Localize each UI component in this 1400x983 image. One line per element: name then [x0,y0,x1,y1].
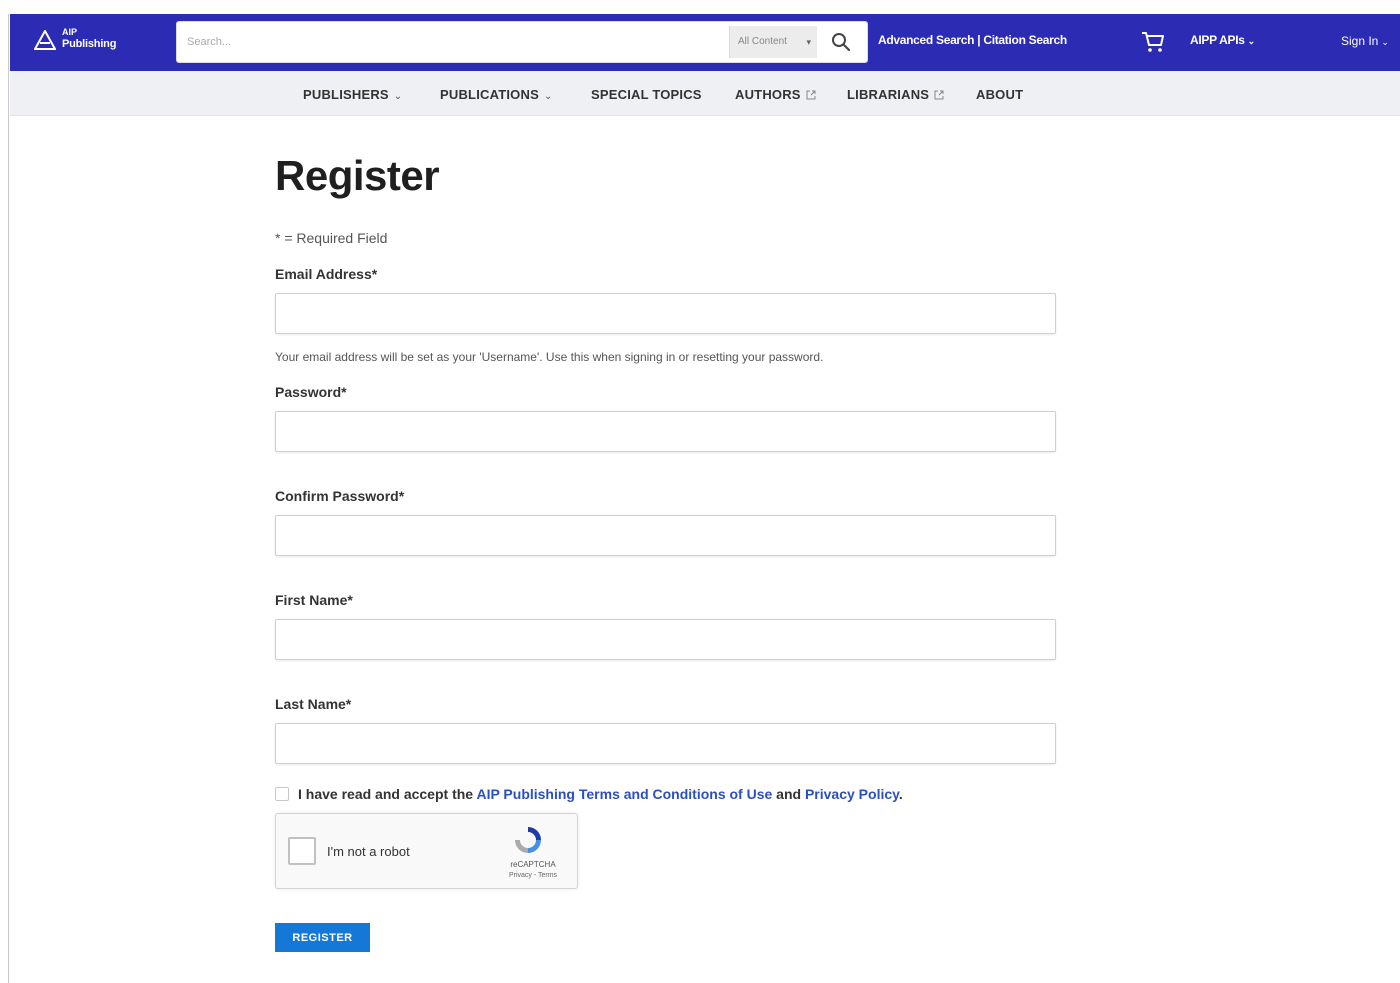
external-link-icon [806,90,816,100]
nav-item-label: PUBLICATIONS [440,87,539,102]
chevron-down-icon: ⌄ [543,91,553,102]
chevron-down-icon: ⌄ [1381,37,1389,47]
search-bar: All Content ▾ [176,21,868,63]
password-label: Password* [275,384,347,400]
nav-item-label: LIBRARIANS [847,87,930,102]
email-field[interactable] [275,293,1056,334]
advanced-search-link[interactable]: Advanced Search | Citation Search [878,33,1067,47]
confirm-password-label: Confirm Password* [275,488,405,504]
terms-suffix-text: . [898,786,903,802]
password-field[interactable] [275,411,1056,452]
main-nav: PUBLISHERS ⌄ PUBLICATIONS ⌄ SPECIAL TOPICS… [10,71,1400,116]
first-name-field[interactable] [275,619,1056,660]
sign-in-menu[interactable]: Sign In ⌄ [1341,34,1389,48]
chevron-down-icon: ⌄ [393,91,403,102]
terms-prefix-text: I have read and accept the [298,786,477,802]
aipp-apis-menu[interactable]: AIPP APIs ⌄ [1190,33,1255,47]
nav-item-authors[interactable]: AUTHORS [735,87,816,102]
terms-checkbox[interactable] [275,787,289,801]
nav-item-about[interactable]: ABOUT [976,87,1023,102]
search-scope-label: All Content [738,36,787,47]
terms-link[interactable]: AIP Publishing Terms and Conditions of U… [476,786,772,802]
confirm-password-field[interactable] [275,515,1056,556]
chevron-down-icon: ⌄ [1247,36,1256,46]
terms-acceptance: I have read and accept the AIP Publishin… [275,786,903,802]
search-input[interactable] [177,22,727,62]
nav-item-label: PUBLISHERS [303,87,389,102]
page-frame [8,14,1400,983]
logo-text-line2: Publishing [62,38,117,50]
recaptcha-label: I'm not a robot [327,844,410,859]
recaptcha-brand: reCAPTCHA [510,860,556,869]
first-name-label: First Name* [275,592,353,608]
nav-item-label: AUTHORS [735,87,801,102]
nav-item-label: ABOUT [976,87,1024,102]
search-icon[interactable] [829,30,853,54]
email-label: Email Address* [275,266,378,282]
nav-item-publishers[interactable]: PUBLISHERS ⌄ [303,87,402,102]
logo-text-line1: AIP [62,27,78,37]
privacy-policy-link[interactable]: Privacy Policy [805,786,899,802]
nav-item-publications[interactable]: PUBLICATIONS ⌄ [440,87,553,102]
aip-publishing-logo[interactable]: AIP Publishing [34,26,134,56]
recaptcha-widget: I'm not a robot reCAPTCHA Privacy - Term… [275,813,578,889]
top-header: AIP Publishing All Content ▾ Advanced Se… [10,14,1400,71]
last-name-field[interactable] [275,723,1056,764]
nav-item-label: SPECIAL TOPICS [591,87,702,102]
last-name-label: Last Name* [275,696,352,712]
terms-middle-text: and [772,786,805,802]
required-field-note: * = Required Field [275,230,388,246]
page-title: Register [275,152,440,199]
recaptcha-icon [515,827,541,853]
nav-item-librarians[interactable]: LIBRARIANS [847,87,944,102]
nav-item-special-topics[interactable]: SPECIAL TOPICS [591,87,702,102]
sign-in-label: Sign In [1341,34,1379,48]
search-scope-select[interactable]: All Content ▾ [729,26,817,58]
chevron-down-icon: ▾ [806,37,811,47]
external-link-icon [934,90,944,100]
aipp-apis-label: AIPP APIs [1190,33,1245,47]
recaptcha-checkbox[interactable] [288,837,316,865]
register-button[interactable]: REGISTER [275,923,370,952]
email-help-text: Your email address will be set as your '… [275,350,824,364]
aip-logo-icon [34,30,56,50]
cart-icon[interactable] [1140,30,1166,54]
recaptcha-links[interactable]: Privacy - Terms [498,872,568,879]
